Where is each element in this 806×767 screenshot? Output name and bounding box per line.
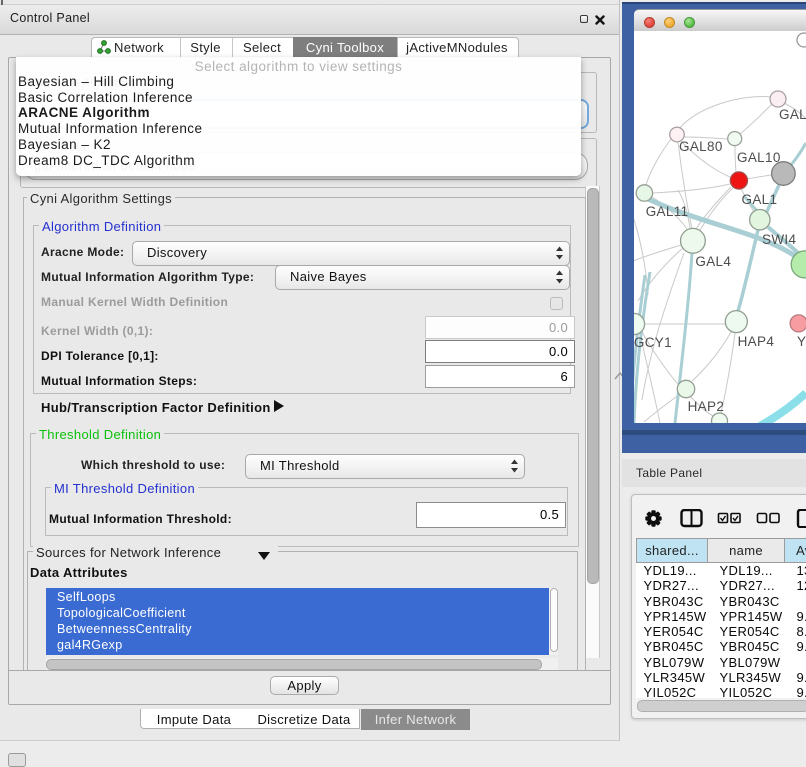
svg-text:GAL4: GAL4 [695,254,731,269]
svg-text:GAL11: GAL11 [646,204,689,219]
svg-text:Y: Y [797,334,806,349]
svg-text:GAL10: GAL10 [737,150,781,165]
svg-text:GAL1: GAL1 [742,192,778,207]
svg-text:HAP2: HAP2 [688,399,725,414]
svg-text:HAP4: HAP4 [738,334,775,349]
svg-text:GAL80: GAL80 [679,139,723,154]
svg-text:GAL7: GAL7 [779,107,806,122]
svg-text:SWI4: SWI4 [762,232,796,247]
svg-text:GCY1: GCY1 [634,335,672,350]
